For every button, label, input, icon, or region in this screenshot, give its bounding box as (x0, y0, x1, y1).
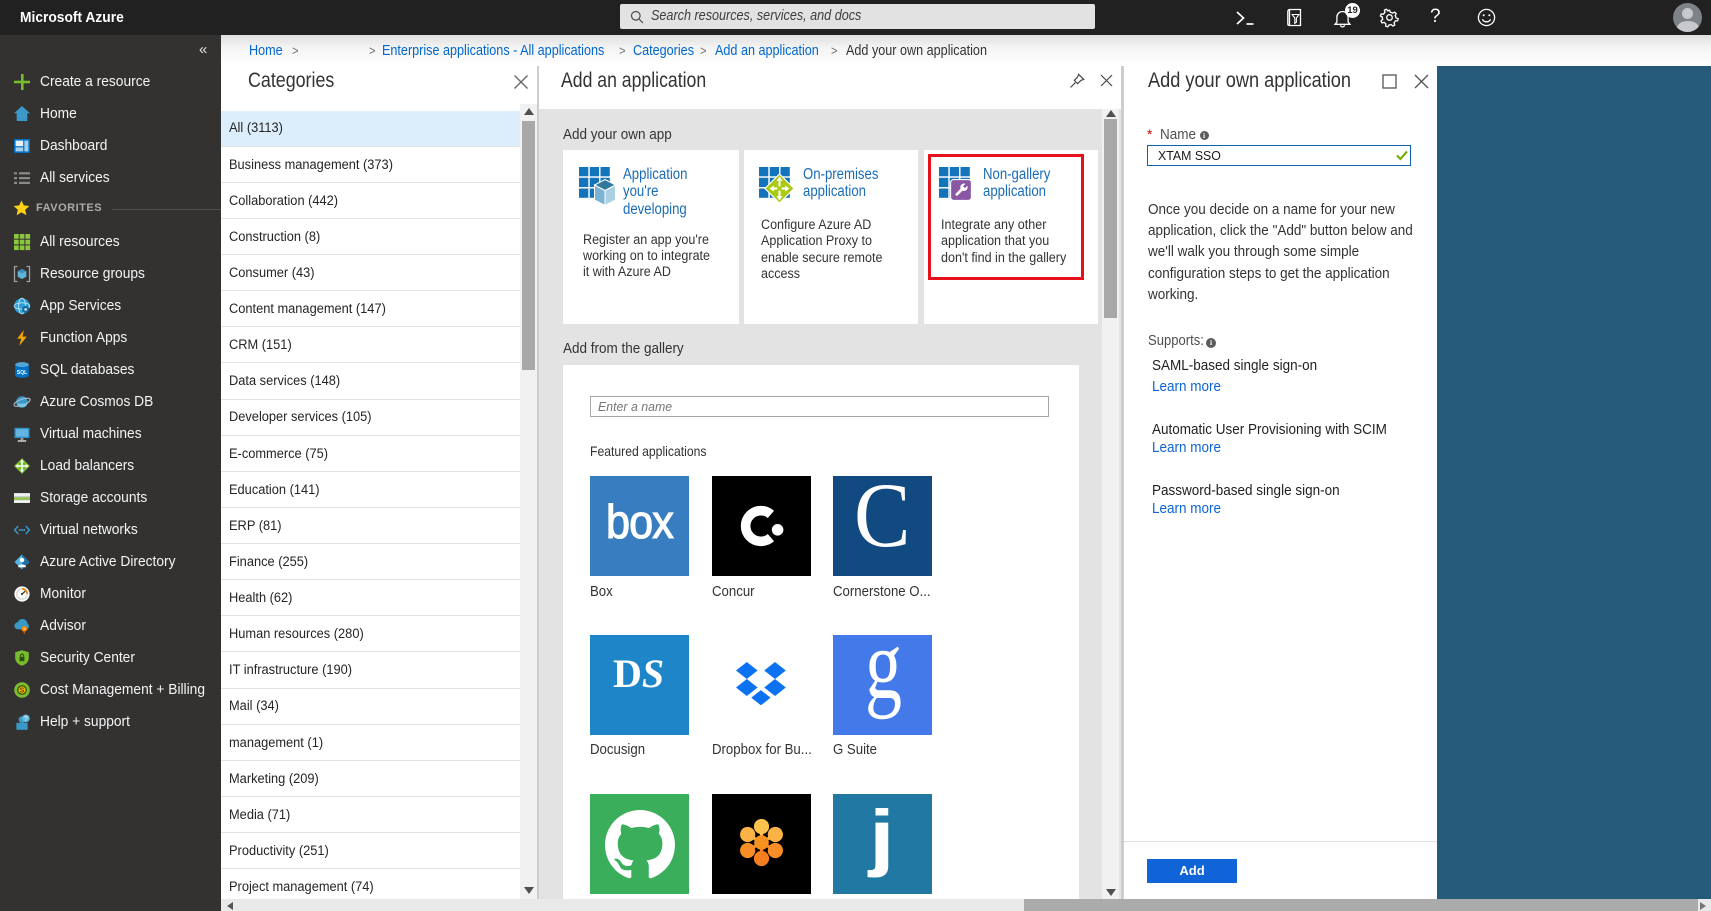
svg-text:?: ? (24, 716, 28, 723)
svg-text:S: S (20, 688, 25, 695)
svg-text:SQL: SQL (17, 370, 27, 376)
